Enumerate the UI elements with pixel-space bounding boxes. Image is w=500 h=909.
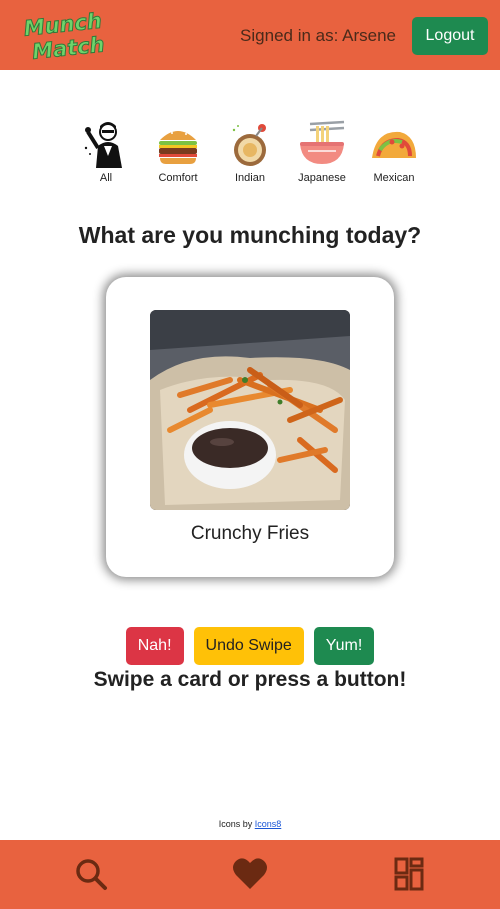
category-filter: All Comfort Indian Japanese Mexican xyxy=(0,120,500,184)
fries-with-dip-photo xyxy=(150,310,350,510)
curry-bowl-icon xyxy=(232,124,266,166)
undo-swipe-button[interactable]: Undo Swipe xyxy=(193,627,304,665)
ramen-bowl-icon xyxy=(300,120,345,164)
dashboard-icon[interactable] xyxy=(394,857,424,891)
credit-prefix: Icons by xyxy=(218,819,253,829)
top-header: Munch Match Signed in as: Arsene Logout xyxy=(0,0,500,70)
swipe-hint: Swipe a card or press a button! xyxy=(93,668,407,691)
yum-button[interactable]: Yum! xyxy=(313,627,375,665)
category-all[interactable]: All xyxy=(78,120,134,184)
search-icon[interactable] xyxy=(74,857,108,891)
category-mexican[interactable]: Mexican xyxy=(366,120,422,184)
swipe-card[interactable]: Crunchy Fries xyxy=(106,277,394,577)
category-label: Mexican xyxy=(373,172,415,184)
icons8-link[interactable]: Icons8 xyxy=(255,819,282,829)
category-label: Indian xyxy=(235,172,265,184)
page-question: What are you munching today? xyxy=(78,222,422,248)
nah-button[interactable]: Nah! xyxy=(125,627,184,665)
category-comfort[interactable]: Comfort xyxy=(150,120,206,184)
app-page: Munch Match Signed in as: Arsene Logout … xyxy=(0,0,500,909)
munch-match-logo[interactable]: Munch Match xyxy=(20,8,104,64)
category-label: Japanese xyxy=(298,172,346,184)
burger-icon xyxy=(159,129,197,164)
logout-button[interactable]: Logout xyxy=(412,17,488,55)
man-cheering-icon xyxy=(84,122,122,168)
category-japanese[interactable]: Japanese xyxy=(294,120,350,184)
icon-credit: Icons by Icons8 xyxy=(0,819,500,829)
category-label: Comfort xyxy=(158,172,198,184)
category-label: All xyxy=(99,172,113,184)
category-indian[interactable]: Indian xyxy=(222,120,278,184)
taco-icon xyxy=(372,131,416,158)
bottom-nav xyxy=(0,840,500,909)
card-title: Crunchy Fries xyxy=(190,523,310,544)
signed-in-label: Signed in as: Arsene xyxy=(240,26,396,45)
heart-icon[interactable] xyxy=(232,857,268,891)
swipe-actions: Nah! Undo Swipe Yum! xyxy=(0,627,500,665)
